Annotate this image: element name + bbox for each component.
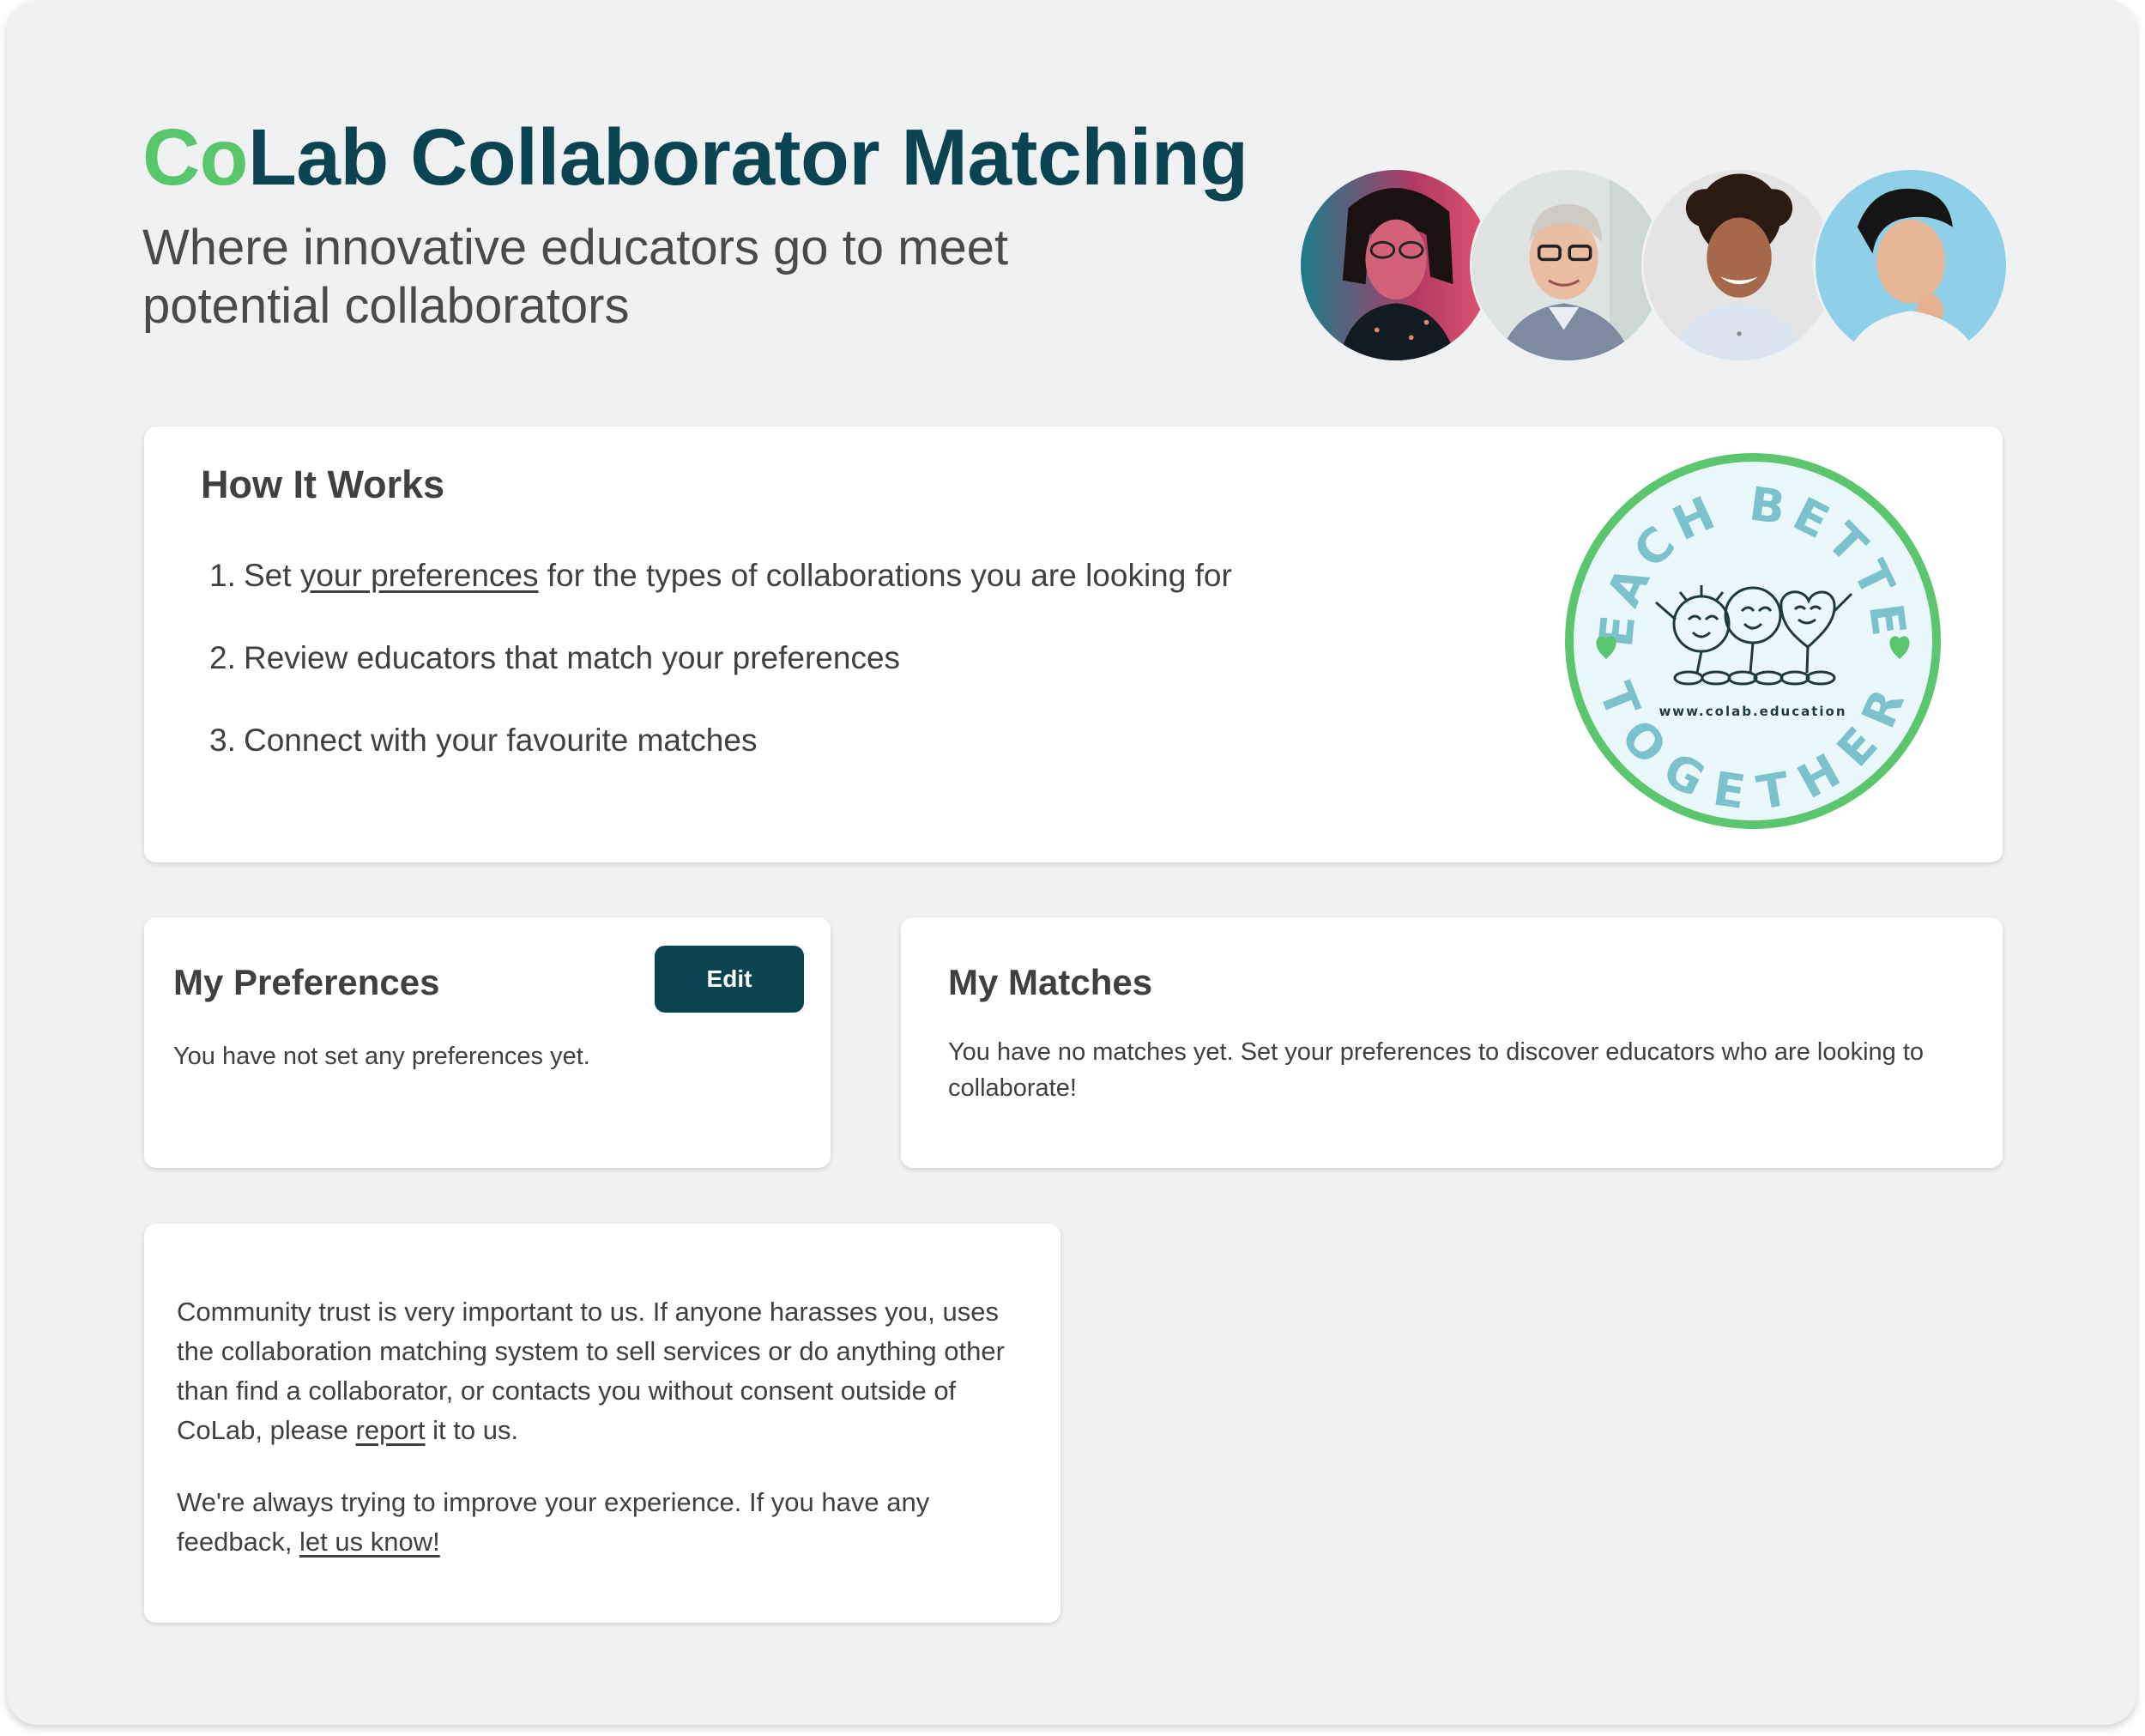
feedback-paragraph: We're always trying to improve your expe… <box>177 1483 1035 1562</box>
community-trust-card: Community trust is very important to us.… <box>144 1224 1060 1623</box>
trust-paragraph: Community trust is very important to us.… <box>177 1292 1035 1450</box>
step-3: 3. Connect with your favourite matches <box>209 720 1232 761</box>
preferences-empty-text: You have not set any preferences yet. <box>173 1043 590 1070</box>
steps-list: 1. Set your preferences for the types of … <box>209 555 1232 802</box>
avatar-group <box>1298 167 2010 365</box>
page-title: CoLab Collaborator Matching <box>142 112 1248 203</box>
step-text: Set <box>244 558 300 593</box>
how-it-works-heading: How It Works <box>201 463 445 506</box>
avatar-man-curly-hair <box>1641 167 1837 363</box>
teach-better-together-badge: TEACH BETTER TOGETHER www.colab.educat <box>1560 448 1941 829</box>
badge-url: www.colab.education <box>1659 704 1846 719</box>
avatar-man-grey-hair <box>1470 167 1665 363</box>
edit-preferences-button[interactable]: Edit <box>655 946 804 1013</box>
my-preferences-heading: My Preferences <box>173 962 440 1002</box>
avatar-man-blue-background <box>1813 167 2009 363</box>
how-it-works-card: How It Works 1. Set your preferences for … <box>144 426 2003 862</box>
title-accent: Co <box>142 112 248 202</box>
let-us-know-link[interactable]: let us know! <box>299 1527 440 1557</box>
step-number: 2. <box>209 640 236 675</box>
my-matches-heading: My Matches <box>948 962 1153 1002</box>
trust-text-end: it to us. <box>425 1415 519 1445</box>
step-text: Connect with your favourite matches <box>244 723 758 758</box>
matches-empty-text: You have no matches yet. Set your prefer… <box>948 1038 1924 1102</box>
step-text: Review educators that match your prefere… <box>244 640 901 675</box>
app-window: CoLab Collaborator Matching Where innova… <box>7 0 2136 1725</box>
trust-text: Community trust is very important to us.… <box>177 1297 1005 1445</box>
your-preferences-link[interactable]: your preferences <box>300 558 539 593</box>
step-number: 3. <box>209 723 236 758</box>
title-rest: Lab Collaborator Matching <box>247 112 1248 202</box>
report-link[interactable]: report <box>356 1415 426 1445</box>
my-matches-card: My Matches You have no matches yet. Set … <box>901 917 2003 1168</box>
step-text: for the types of collaborations you are … <box>538 558 1232 593</box>
step-1: 1. Set your preferences for the types of … <box>209 555 1232 596</box>
my-preferences-card: My Preferences Edit You have not set any… <box>144 917 831 1168</box>
feedback-text: We're always trying to improve your expe… <box>177 1487 930 1557</box>
avatar-woman-glasses <box>1298 167 1494 363</box>
step-number: 1. <box>209 558 236 593</box>
page-subtitle: Where innovative educators go to meet po… <box>142 220 1009 334</box>
step-2: 2. Review educators that match your prefe… <box>209 638 1232 679</box>
